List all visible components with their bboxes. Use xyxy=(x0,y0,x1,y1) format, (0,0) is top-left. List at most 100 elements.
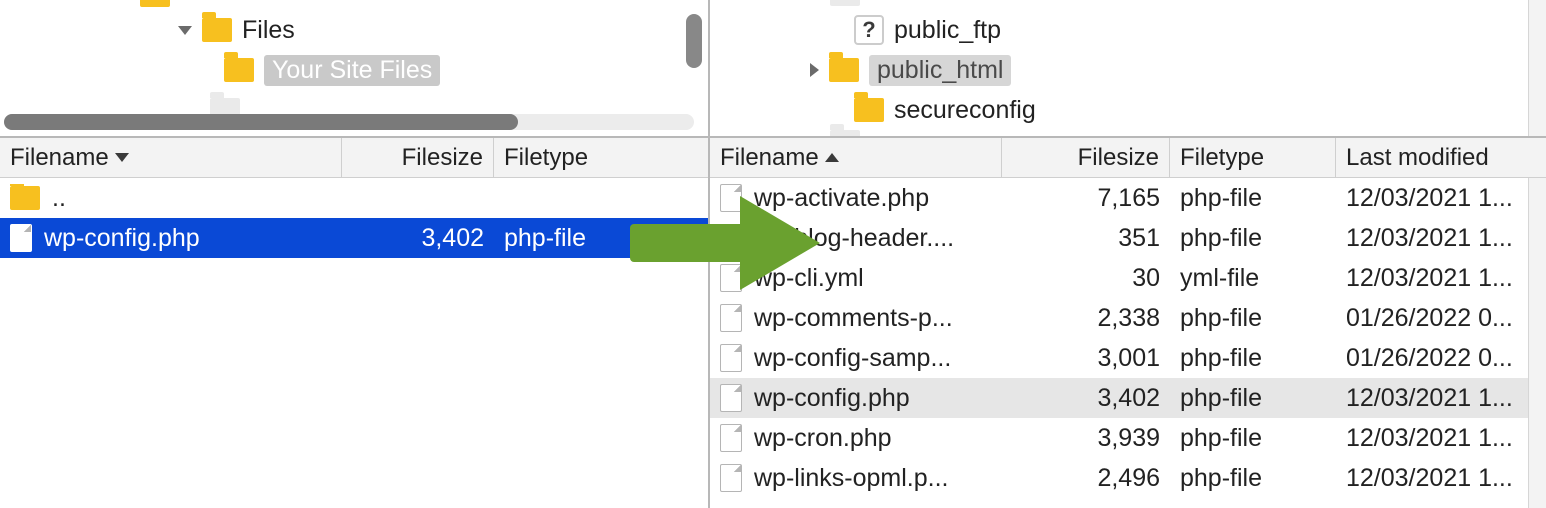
file-type: php-file xyxy=(1170,424,1336,453)
file-type: yml-file xyxy=(1170,264,1336,293)
tree-item-label: public_ftp xyxy=(894,16,1001,45)
tree-item[interactable]: public_html xyxy=(710,50,1546,90)
file-icon xyxy=(720,384,742,412)
chevron-down-icon[interactable] xyxy=(178,26,192,35)
vertical-scrollbar[interactable] xyxy=(1528,178,1546,508)
file-name: wp-comments-p... xyxy=(754,304,953,333)
folder-icon xyxy=(829,58,859,82)
tree-item-label: Files xyxy=(242,16,295,45)
file-type: php-file xyxy=(1170,304,1336,333)
file-name: wp-links-opml.p... xyxy=(754,464,949,493)
list-item[interactable]: wp-links-opml.p... 2,496php-file12/03/202… xyxy=(710,458,1546,498)
file-size: 3,402 xyxy=(342,224,494,253)
sort-indicator-up-icon xyxy=(825,153,839,162)
sort-indicator-down-icon xyxy=(115,153,129,162)
file-icon xyxy=(10,224,32,252)
list-item[interactable]: wp-blog-header.... 351php-file12/03/2021 … xyxy=(710,218,1546,258)
file-size: 351 xyxy=(1002,224,1170,253)
file-size: 2,496 xyxy=(1002,464,1170,493)
file-size: 2,338 xyxy=(1002,304,1170,333)
file-name: wp-config.php xyxy=(754,384,910,413)
column-filename[interactable]: Filename xyxy=(710,138,1002,177)
file-name: wp-cli.yml xyxy=(754,264,864,293)
list-item[interactable]: wp-activate.php 7,165php-file12/03/2021 1… xyxy=(710,178,1546,218)
column-filename-label: Filename xyxy=(720,144,819,172)
remote-panel: ?public_ftppublic_htmlsecureconfig Filen… xyxy=(710,0,1546,508)
column-filename[interactable]: Filename xyxy=(0,138,342,177)
file-name: wp-blog-header.... xyxy=(754,224,954,253)
file-name: .. xyxy=(52,184,66,213)
chevron-right-icon[interactable] xyxy=(810,63,819,77)
column-filetype[interactable]: Filetype xyxy=(1170,138,1336,177)
folder-icon xyxy=(854,98,884,122)
list-item[interactable]: wp-comments-p... 2,338php-file01/26/2022 … xyxy=(710,298,1546,338)
column-last-modified-label: Last modified xyxy=(1346,144,1489,172)
file-modified: 01/26/2022 0... xyxy=(1336,304,1546,333)
file-size: 30 xyxy=(1002,264,1170,293)
column-filetype-label: Filetype xyxy=(1180,144,1264,172)
unknown-icon: ? xyxy=(854,15,884,45)
file-name: wp-cron.php xyxy=(754,424,892,453)
tree-item[interactable]: Your Site Files xyxy=(0,50,708,90)
folder-icon xyxy=(830,130,860,138)
file-name: wp-config.php xyxy=(44,224,200,253)
local-column-header: Filename Filesize Filetype xyxy=(0,138,708,178)
file-type: php-file xyxy=(1170,184,1336,213)
list-item[interactable]: wp-config.php3,402php-file12/03/2021 1..… xyxy=(710,378,1546,418)
file-type: php-file xyxy=(1170,224,1336,253)
file-modified: 01/26/2022 0... xyxy=(1336,344,1546,373)
file-modified: 12/03/2021 1... xyxy=(1336,264,1546,293)
remote-column-header: Filename Filesize Filetype Last modified xyxy=(710,138,1546,178)
file-icon xyxy=(720,424,742,452)
column-last-modified[interactable]: Last modified xyxy=(1336,138,1546,177)
file-modified: 12/03/2021 1... xyxy=(1336,464,1546,493)
file-modified: 12/03/2021 1... xyxy=(1336,184,1546,213)
column-filesize-label: Filesize xyxy=(402,144,483,172)
file-icon xyxy=(720,464,742,492)
folder-icon xyxy=(140,0,170,7)
file-size: 7,165 xyxy=(1002,184,1170,213)
local-panel: Files Your Site Files Filename Filesize F… xyxy=(0,0,710,508)
folder-icon xyxy=(224,58,254,82)
file-size: 3,939 xyxy=(1002,424,1170,453)
local-tree[interactable]: Files Your Site Files xyxy=(0,0,708,138)
list-item[interactable]: wp-config-samp...3,001php-file01/26/2022… xyxy=(710,338,1546,378)
file-size: 3,402 xyxy=(1002,384,1170,413)
list-item[interactable]: wp-cli.yml 30yml-file12/03/2021 1... xyxy=(710,258,1546,298)
tree-item-label: Your Site Files xyxy=(264,55,440,86)
file-modified: 12/03/2021 1... xyxy=(1336,224,1546,253)
remote-tree[interactable]: ?public_ftppublic_htmlsecureconfig xyxy=(710,0,1546,138)
vertical-scrollbar[interactable] xyxy=(686,14,702,68)
file-type: php-file xyxy=(1170,344,1336,373)
file-icon xyxy=(720,344,742,372)
file-modified: 12/03/2021 1... xyxy=(1336,424,1546,453)
column-filetype[interactable]: Filetype xyxy=(494,138,708,177)
list-item[interactable]: wp-config.php 3,402php-file xyxy=(0,218,708,258)
horizontal-scrollbar-thumb[interactable] xyxy=(4,114,518,130)
file-name: wp-config-samp... xyxy=(754,344,951,373)
list-item[interactable]: .. xyxy=(0,178,708,218)
folder-up-icon xyxy=(10,186,40,210)
tree-item[interactable]: Files xyxy=(0,10,708,50)
folder-icon xyxy=(830,0,860,6)
column-filesize[interactable]: Filesize xyxy=(1002,138,1170,177)
column-filesize-label: Filesize xyxy=(1078,144,1159,172)
file-icon xyxy=(720,184,742,212)
column-filesize[interactable]: Filesize xyxy=(342,138,494,177)
file-name: wp-activate.php xyxy=(754,184,929,213)
local-file-list[interactable]: .. wp-config.php 3,402php-file xyxy=(0,178,708,508)
remote-file-list[interactable]: wp-activate.php7,165php-file12/03/2021 1… xyxy=(710,178,1546,508)
file-icon xyxy=(720,224,742,252)
column-filetype-label: Filetype xyxy=(504,144,588,172)
list-item[interactable]: wp-cron.php 3,939php-file12/03/2021 1... xyxy=(710,418,1546,458)
file-icon xyxy=(720,264,742,292)
folder-icon xyxy=(202,18,232,42)
column-filename-label: Filename xyxy=(10,144,109,172)
file-type: php-file xyxy=(1170,464,1336,493)
file-type: php-file xyxy=(494,224,708,253)
file-type: php-file xyxy=(1170,384,1336,413)
tree-item-label: public_html xyxy=(869,55,1011,86)
tree-item[interactable]: ? public_ftp xyxy=(710,10,1546,50)
vertical-scrollbar[interactable] xyxy=(1528,0,1546,136)
file-icon xyxy=(720,304,742,332)
